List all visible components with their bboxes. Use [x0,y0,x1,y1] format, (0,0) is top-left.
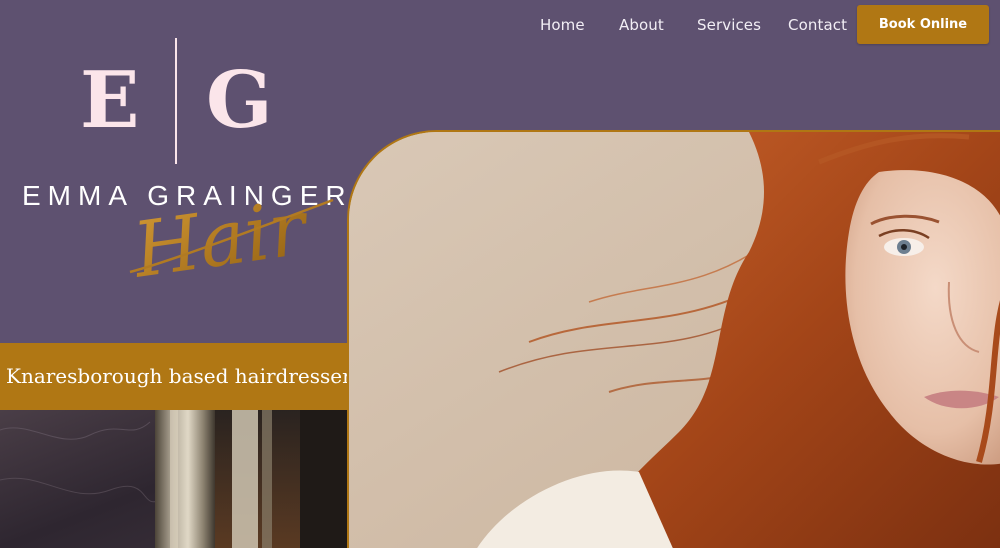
nav-services-link[interactable]: Services [697,16,761,34]
page: Home About Services Contact Book Online … [0,0,1000,548]
nav-about-link[interactable]: About [619,16,664,34]
tagline-text: Knaresborough based hairdresser [6,364,352,388]
salon-mirror-image [0,410,350,548]
brand-logo[interactable]: E G EMMA GRAINGER Hair [0,0,346,340]
nav-contact-link[interactable]: Contact [788,16,847,34]
tagline-band: Knaresborough based hairdresser [0,343,352,410]
salon-mirror-graphic [0,410,350,548]
logo-script-hair: Hair [128,192,334,282]
logo-monogram-g: G [206,55,273,146]
book-online-button[interactable]: Book Online [857,5,989,44]
logo-script-text: Hair [128,192,316,282]
logo-divider [175,38,177,164]
nav-home-link[interactable]: Home [540,16,585,34]
logo-monogram-e: E [80,55,140,146]
hero-model-photo [347,130,1000,548]
hero-photo-graphic [349,132,1000,548]
